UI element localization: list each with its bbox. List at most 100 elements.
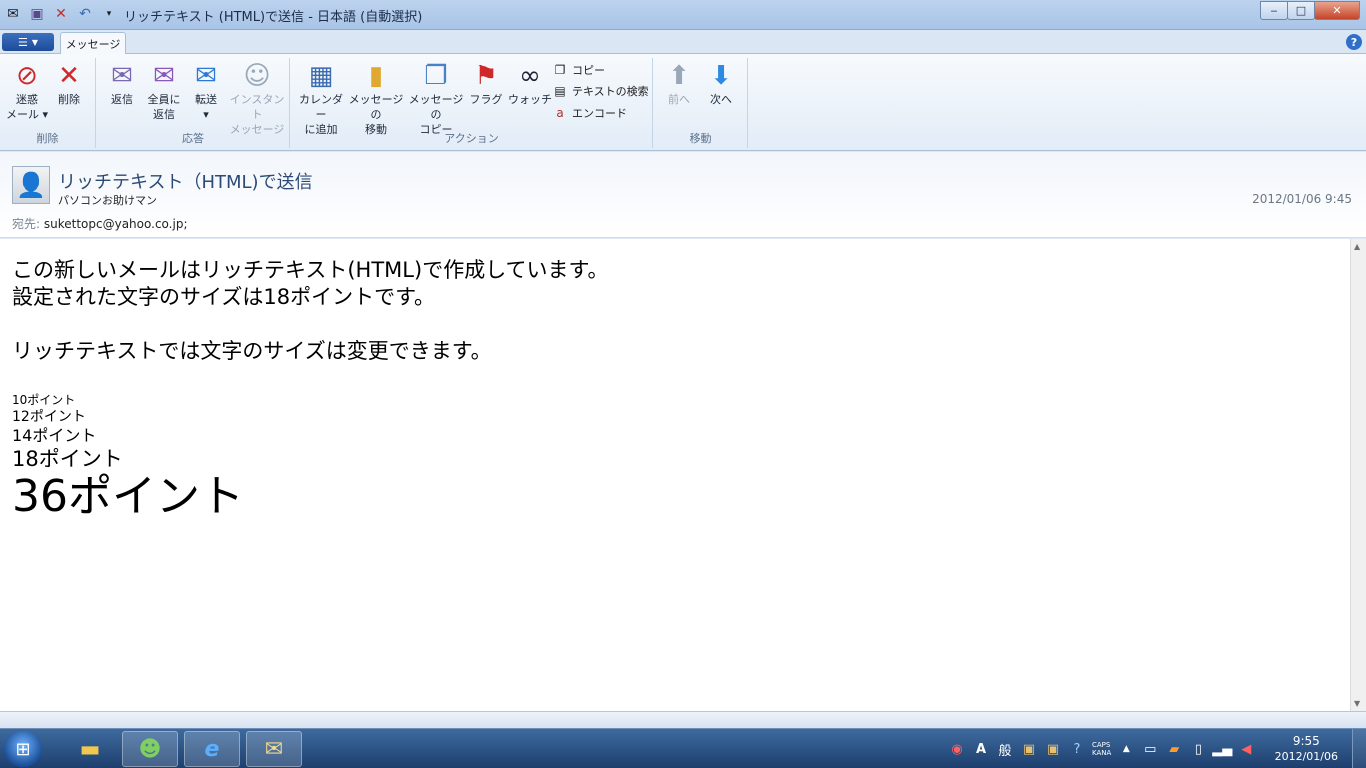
- group-label-actions: アクション: [444, 132, 499, 145]
- folder-icon: ▬: [79, 736, 101, 762]
- maximize-button[interactable]: □: [1287, 1, 1315, 20]
- app-menu-button[interactable]: ☰ ▼: [2, 33, 54, 51]
- glasses-icon: ∞: [519, 61, 541, 91]
- flag-button[interactable]: ⚑ フラグ: [463, 60, 509, 107]
- ribbon: ⊘ 迷惑 メール ▾ ✕ 削除 削除 ✉ 返信 ✉ 全員に 返信 ✉ 転送 ▾ …: [0, 54, 1366, 151]
- sender-name[interactable]: パソコンお助けマン: [58, 192, 157, 208]
- body-line: リッチテキストでは文字のサイズは変更できます。: [12, 339, 492, 363]
- block-icon: ⊘: [16, 61, 38, 91]
- window-title: リッチテキスト (HTML)で送信 - 日本語 (自動選択): [124, 10, 423, 25]
- folder-move-icon: ▮: [368, 61, 384, 91]
- person-icon: 👤: [16, 171, 46, 199]
- to-label: 宛先:: [12, 217, 41, 231]
- show-hidden-icons-icon[interactable]: ▲: [1117, 740, 1135, 758]
- close-button[interactable]: ✕: [1314, 1, 1360, 20]
- copy-message-button[interactable]: ❐ メッセージの コピー: [407, 60, 465, 137]
- vertical-scrollbar[interactable]: ▲ ▼: [1350, 239, 1366, 711]
- group-label-respond: 応答: [182, 132, 204, 145]
- office-icon[interactable]: ▰: [1165, 740, 1183, 758]
- encode-icon: a: [556, 106, 564, 120]
- customize-dropdown-icon[interactable]: ▾: [100, 5, 118, 23]
- minimize-button[interactable]: ‒: [1260, 1, 1288, 20]
- ime-lock-status: CAPS KANA: [1092, 741, 1112, 757]
- forward-button[interactable]: ✉ 転送 ▾: [181, 60, 231, 122]
- avatar: 👤: [12, 166, 50, 204]
- recipient-address[interactable]: sukettopc@yahoo.co.jp;: [44, 217, 188, 231]
- taskbar-mail[interactable]: ✉: [246, 731, 302, 767]
- security-icon[interactable]: ◉: [948, 740, 966, 758]
- message-body[interactable]: この新しいメールはリッチテキスト(HTML)で作成しています。 設定された文字の…: [0, 239, 1350, 711]
- flag-icon: ⚑: [474, 61, 498, 91]
- group-delete: ⊘ 迷惑 メール ▾ ✕ 削除 削除: [0, 58, 96, 148]
- size-sample-10pt: 10ポイント: [12, 393, 76, 407]
- message-subject: リッチテキスト（HTML)で送信: [58, 172, 313, 193]
- body-line: 設定された文字のサイズは18ポイントです。: [12, 285, 435, 309]
- find-text-icon: ▤: [554, 84, 566, 98]
- instant-message-button[interactable]: ☺ インスタント メッセージ: [225, 60, 289, 137]
- arrow-up-icon: ⬆: [668, 61, 690, 91]
- ime-dictionary-icon[interactable]: ▣: [1044, 740, 1062, 758]
- move-message-button[interactable]: ▮ メッセージの 移動: [347, 60, 405, 137]
- find-text-button[interactable]: ▤ テキストの検索: [552, 83, 648, 99]
- ie-icon: e: [204, 736, 220, 762]
- calendar-icon: ▦: [308, 61, 334, 91]
- taskbar-explorer[interactable]: ▬: [62, 731, 118, 767]
- group-respond: ✉ 返信 ✉ 全員に 返信 ✉ 転送 ▾ ☺ インスタント メッセージ 応答: [97, 58, 290, 148]
- size-sample-36pt: 36ポイント: [12, 471, 244, 522]
- taskbar-internet-explorer[interactable]: e: [184, 731, 240, 767]
- ime-kanji-indicator[interactable]: 般: [996, 740, 1014, 759]
- recipient-line: 宛先: sukettopc@yahoo.co.jp;: [12, 215, 188, 232]
- save-icon[interactable]: ▣: [28, 5, 46, 23]
- menu-icon: ☰: [17, 35, 28, 49]
- safely-remove-icon[interactable]: ▯: [1189, 740, 1207, 758]
- clock-time: 9:55: [1292, 734, 1320, 748]
- encode-button[interactable]: a エンコード: [552, 105, 627, 121]
- copy-document-icon: ❐: [424, 61, 448, 91]
- taskbar-messenger[interactable]: ☻: [122, 731, 178, 767]
- next-button[interactable]: ⬇ 次へ: [696, 60, 746, 107]
- title-bar: ✉ ▣ ✕ ↶ ▾ リッチテキスト (HTML)で送信 - 日本語 (自動選択)…: [0, 0, 1366, 30]
- copy-icon: ❐: [554, 63, 566, 77]
- arrow-down-icon: ⬇: [710, 61, 732, 91]
- group-label-delete: 削除: [36, 132, 59, 145]
- forward-mail-icon: ✉: [195, 61, 217, 91]
- size-sample-14pt: 14ポイント: [12, 426, 97, 445]
- clock[interactable]: 9:55 2012/01/06: [1275, 733, 1338, 765]
- size-sample-12pt: 12ポイント: [12, 409, 86, 425]
- windows-logo-icon: ⊞: [15, 738, 31, 760]
- mail-icon: ✉: [264, 736, 284, 762]
- display-icon[interactable]: ▭: [1141, 740, 1159, 758]
- ime-help-icon[interactable]: ?: [1068, 740, 1086, 758]
- copy-button[interactable]: ❐ コピー: [552, 62, 605, 78]
- body-line: この新しいメールはリッチテキスト(HTML)で作成しています。: [12, 258, 609, 282]
- taskbar: ⊞ ▬ ☻ e ✉ ◉ A 般 ▣ ▣ ? CAPS KANA ▲ ▭ ▰ ▯ …: [0, 728, 1366, 768]
- messenger-icon: ☻: [138, 736, 162, 762]
- ime-mode-indicator[interactable]: A: [972, 740, 990, 758]
- message-date: 2012/01/06 9:45: [1252, 192, 1352, 206]
- delete-icon[interactable]: ✕: [52, 5, 70, 23]
- mail-app-icon[interactable]: ✉: [4, 5, 22, 23]
- reply-mail-icon: ✉: [111, 61, 133, 91]
- message-header: 👤 リッチテキスト（HTML)で送信 パソコンお助けマン 2012/01/06 …: [0, 152, 1366, 238]
- window-controls: ‒ □ ✕: [1260, 1, 1360, 20]
- network-signal-icon[interactable]: ▂▄: [1212, 740, 1232, 758]
- help-icon[interactable]: ?: [1346, 34, 1362, 50]
- show-desktop-button[interactable]: [1352, 729, 1366, 768]
- tab-message[interactable]: メッセージ: [60, 32, 126, 55]
- clock-date: 2012/01/06: [1274, 750, 1338, 763]
- chevron-down-icon: ▼: [31, 37, 39, 47]
- scroll-up-icon[interactable]: ▲: [1354, 242, 1360, 251]
- system-tray: ◉ A 般 ▣ ▣ ? CAPS KANA ▲ ▭ ▰ ▯ ▂▄ ◀: [948, 735, 1255, 763]
- add-to-calendar-button[interactable]: ▦ カレンダー に追加: [295, 60, 347, 137]
- contacts-icon: ☺: [243, 61, 271, 91]
- status-bar: [0, 711, 1366, 728]
- ime-tool-icon[interactable]: ▣: [1020, 740, 1038, 758]
- delete-button[interactable]: ✕ 削除: [44, 60, 94, 107]
- reply-all-mail-icon: ✉: [153, 61, 175, 91]
- reply-icon[interactable]: ↶: [76, 5, 94, 23]
- scroll-down-icon[interactable]: ▼: [1354, 699, 1360, 708]
- volume-muted-icon[interactable]: ◀: [1237, 740, 1255, 758]
- watch-button[interactable]: ∞ ウォッチ: [505, 60, 555, 107]
- start-button[interactable]: ⊞: [4, 731, 42, 767]
- quick-access-toolbar: ✉ ▣ ✕ ↶ ▾: [4, 5, 118, 23]
